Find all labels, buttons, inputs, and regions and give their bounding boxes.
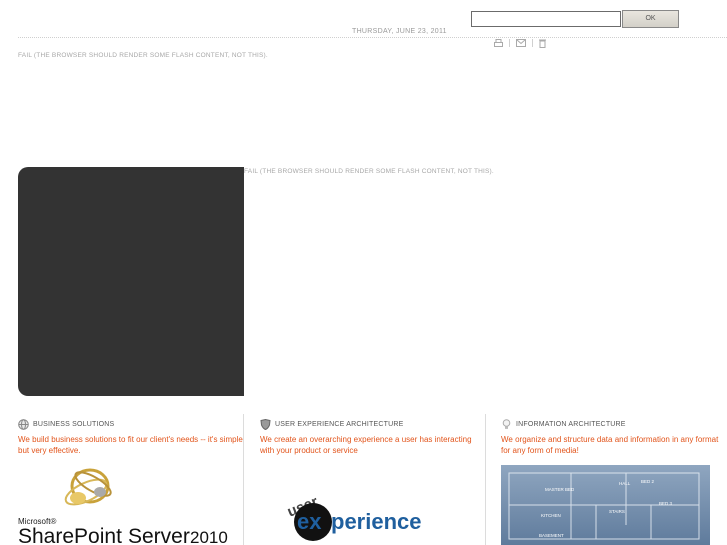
trash-icon[interactable]	[539, 39, 546, 48]
lightbulb-icon	[502, 418, 511, 429]
column-title: BUSINESS SOLUTIONS	[33, 420, 115, 428]
room-label: BED 2	[641, 479, 655, 484]
room-label: BASEMENT	[539, 533, 564, 538]
room-label: STAIRS	[609, 509, 625, 514]
server-label: Server	[128, 525, 190, 545]
floor-plan-lines	[508, 472, 700, 540]
flash-fallback-text: FAIL (THE BROWSER SHOULD RENDER SOME FLA…	[244, 168, 494, 175]
globe-icon	[18, 418, 29, 430]
ex-label: ex	[297, 509, 322, 534]
column-title: USER EXPERIENCE ARCHITECTURE	[275, 420, 404, 428]
mail-icon[interactable]	[516, 39, 526, 47]
feature-panel	[18, 167, 244, 396]
date-label: THURSDAY, JUNE 23, 2011	[352, 28, 447, 35]
sharepoint-swirl-graphic	[64, 468, 112, 506]
room-label: MASTER BED	[545, 487, 575, 492]
year-label: 2010	[190, 528, 228, 545]
room-label: KITCHEN	[541, 513, 561, 518]
column-description: We organize and structure data and infor…	[501, 435, 719, 455]
header-divider	[18, 37, 727, 38]
shield-icon	[260, 418, 271, 430]
room-label: BED 3	[659, 501, 673, 506]
column-title: INFORMATION ARCHITECTURE	[516, 420, 626, 428]
user-experience-logo-image: user ex perience	[286, 493, 422, 541]
sharepoint-label: SharePoint	[18, 525, 122, 545]
blueprint-image: MASTER BED HALL BED 2 BED 3 KITCHEN STAI…	[501, 465, 710, 545]
business-solutions-column: BUSINESS SOLUTIONS We build business sol…	[18, 418, 244, 456]
flash-fallback-text: FAIL (THE BROWSER SHOULD RENDER SOME FLA…	[18, 52, 268, 59]
column-description: We build business solutions to fit our c…	[18, 435, 243, 455]
perience-label: perience	[331, 509, 422, 534]
page-tools	[494, 38, 546, 48]
ok-button[interactable]: OK	[622, 10, 679, 28]
print-icon[interactable]	[494, 38, 503, 48]
tool-separator	[509, 39, 510, 47]
tool-separator	[532, 39, 533, 47]
information-architecture-column: INFORMATION ARCHITECTURE We organize and…	[501, 418, 727, 456]
column-description: We create an overarching experience a us…	[260, 435, 472, 455]
room-label: HALL	[619, 481, 631, 486]
search-input[interactable]	[471, 11, 621, 27]
ux-architecture-column: USER EXPERIENCE ARCHITECTURE We create a…	[260, 418, 486, 456]
sharepoint-logo-image: Microsoft® SharePoint Server 2010	[18, 468, 228, 545]
